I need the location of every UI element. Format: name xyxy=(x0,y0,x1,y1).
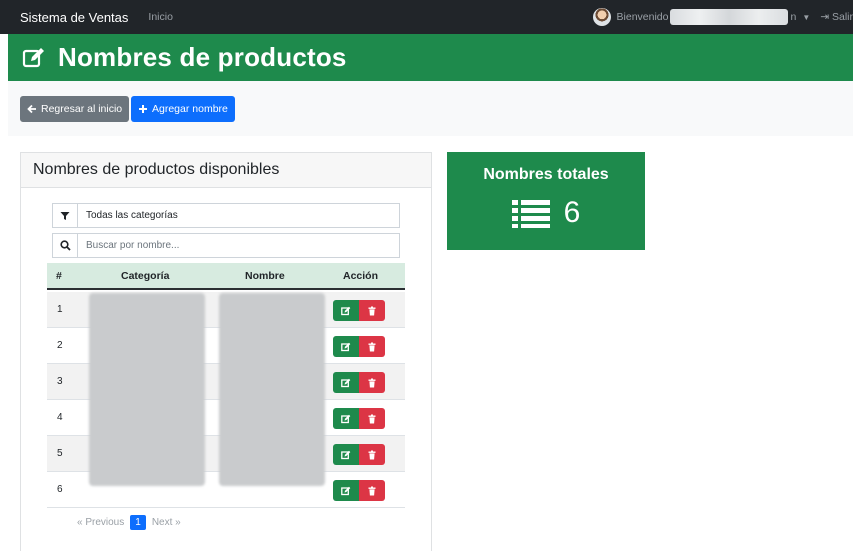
page-1-link[interactable]: 1 xyxy=(130,515,146,530)
user-menu: Bienvenido n ▼ ⇥ Salir xyxy=(592,0,853,34)
row-number: 2 xyxy=(57,340,63,351)
edit-button[interactable] xyxy=(333,480,359,501)
total-names-value: 6 xyxy=(563,196,581,229)
redacted-category-column xyxy=(89,293,205,486)
row-actions xyxy=(333,444,385,465)
trash-icon xyxy=(368,342,376,351)
header-number: # xyxy=(56,269,62,282)
nav-link-inicio[interactable]: Inicio xyxy=(148,11,173,23)
table-header: # Categoría Nombre Acción xyxy=(47,263,405,290)
edit-button[interactable] xyxy=(333,300,359,321)
total-names-label: Nombres totales xyxy=(483,166,609,183)
products-card: Nombres de productos disponibles Todas l… xyxy=(20,152,432,551)
username-suffix: n xyxy=(790,11,797,23)
edit-icon xyxy=(341,486,351,495)
trash-icon xyxy=(368,450,376,459)
arrow-left-icon xyxy=(27,104,36,114)
page-title: Nombres de productos xyxy=(58,42,347,72)
logout-label: Salir xyxy=(831,11,853,23)
category-filter[interactable]: Todas las categorías xyxy=(52,203,400,228)
header-category[interactable]: Categoría xyxy=(121,270,169,282)
row-number: 5 xyxy=(57,448,63,459)
delete-button[interactable] xyxy=(359,300,385,321)
header-action: Acción xyxy=(343,269,379,282)
row-actions xyxy=(333,300,385,321)
row-number: 3 xyxy=(57,376,63,387)
delete-button[interactable] xyxy=(359,408,385,429)
card-title: Nombres de productos disponibles xyxy=(33,161,280,178)
edit-icon xyxy=(341,450,351,459)
products-table: # Categoría Nombre Acción 1 2 3 4 5 6 xyxy=(47,263,405,508)
row-number: 1 xyxy=(57,304,63,315)
pagination: « Previous 1 Next » xyxy=(77,515,181,530)
redacted-name-column xyxy=(219,293,325,486)
add-button-label: Agregar nombre xyxy=(152,103,228,115)
total-names-card: Nombres totales 6 xyxy=(447,152,645,250)
list-icon xyxy=(511,200,550,228)
next-page-link[interactable]: Next » xyxy=(152,517,181,528)
back-button[interactable]: Regresar al inicio xyxy=(20,96,130,122)
delete-button[interactable] xyxy=(359,480,385,501)
trash-icon xyxy=(368,306,376,315)
row-actions xyxy=(333,408,385,429)
row-actions xyxy=(333,372,385,393)
trash-icon xyxy=(368,378,376,387)
welcome-text[interactable]: Bienvenido xyxy=(617,11,669,23)
search-input[interactable] xyxy=(86,240,386,251)
trash-icon xyxy=(368,414,376,423)
back-button-label: Regresar al inicio xyxy=(41,103,123,115)
top-navbar: Sistema de Ventas Inicio Bienvenido n ▼ … xyxy=(0,0,853,34)
previous-page-link[interactable]: « Previous xyxy=(77,517,124,528)
total-names-row: 6 xyxy=(447,196,645,230)
edit-icon xyxy=(341,378,351,387)
edit-icon xyxy=(341,414,351,423)
page-header: Nombres de productos xyxy=(8,34,853,81)
edit-icon xyxy=(341,342,351,351)
trash-icon xyxy=(368,486,376,495)
delete-button[interactable] xyxy=(359,336,385,357)
chevron-down-icon[interactable]: ▼ xyxy=(802,13,810,22)
row-actions xyxy=(333,336,385,357)
row-number: 4 xyxy=(57,412,63,423)
edit-button[interactable] xyxy=(333,336,359,357)
add-name-button[interactable]: Agregar nombre xyxy=(131,96,235,122)
delete-button[interactable] xyxy=(359,444,385,465)
logout-link[interactable]: ⇥ Salir xyxy=(820,11,853,23)
redacted-username xyxy=(670,9,789,25)
edit-button[interactable] xyxy=(333,372,359,393)
search-box xyxy=(52,233,400,258)
edit-icon xyxy=(22,47,44,67)
user-avatar[interactable] xyxy=(592,8,611,26)
card-header: Nombres de productos disponibles xyxy=(21,153,431,188)
header-name[interactable]: Nombre xyxy=(245,270,285,282)
category-select-value[interactable]: Todas las categorías xyxy=(86,210,178,221)
search-icon xyxy=(53,234,78,257)
row-actions xyxy=(333,480,385,501)
logout-icon: ⇥ xyxy=(820,11,830,23)
edit-icon xyxy=(341,306,351,315)
delete-button[interactable] xyxy=(359,372,385,393)
edit-button[interactable] xyxy=(333,408,359,429)
filter-icon xyxy=(53,204,78,227)
plus-icon xyxy=(139,105,147,113)
brand-link[interactable]: Sistema de Ventas xyxy=(20,10,128,25)
edit-button[interactable] xyxy=(333,444,359,465)
row-number: 6 xyxy=(57,484,63,495)
toolbar: Regresar al inicio Agregar nombre xyxy=(8,81,853,136)
